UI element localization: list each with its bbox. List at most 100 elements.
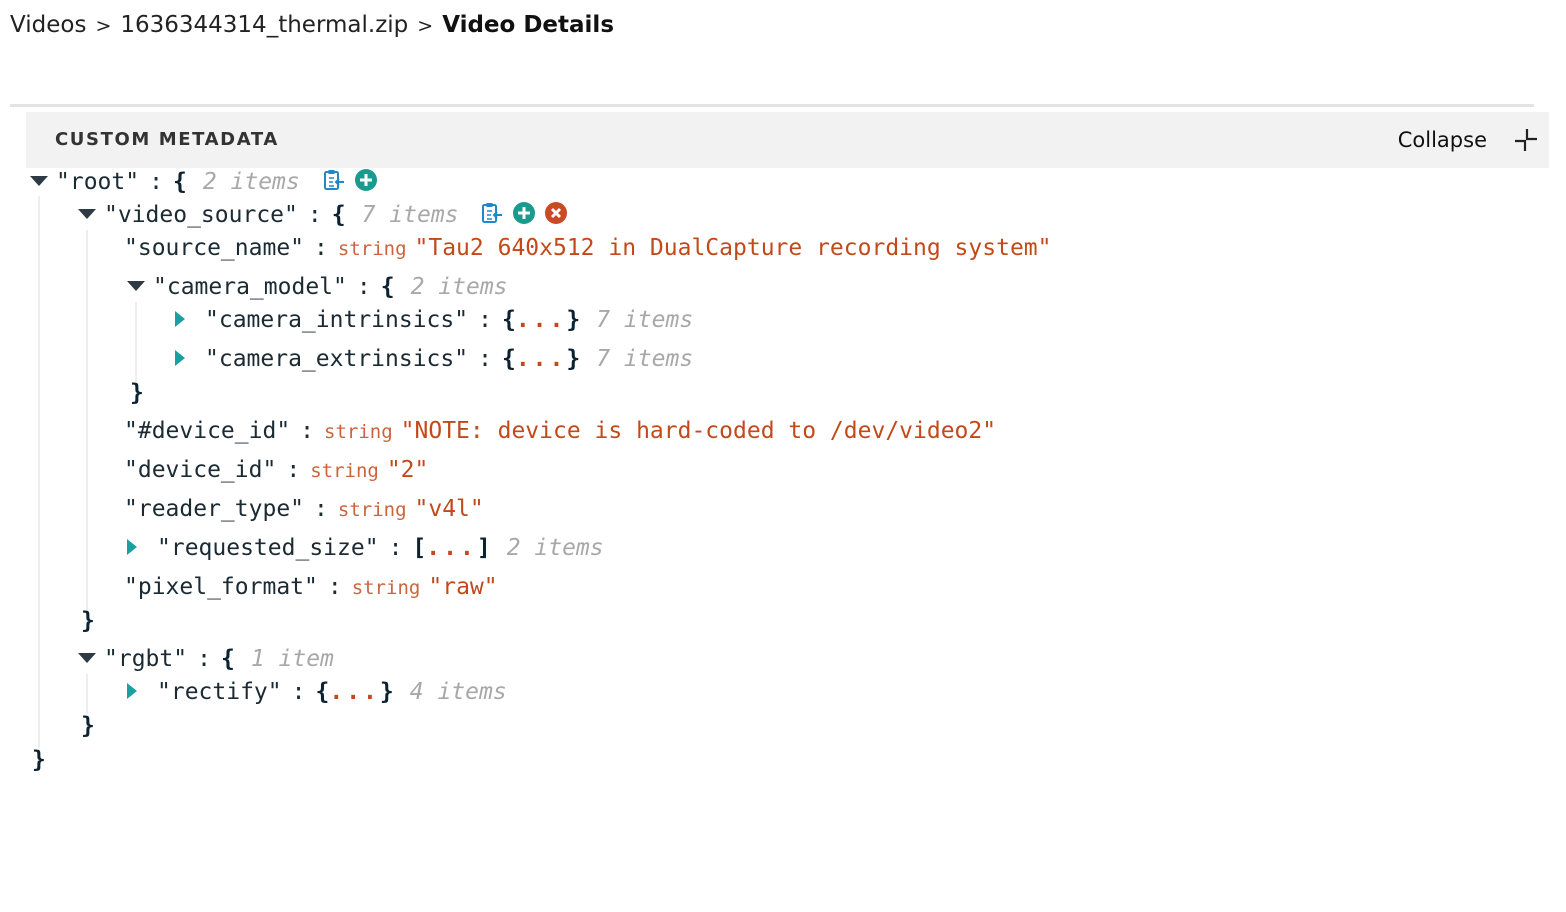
indent-guide [86,674,88,714]
json-close-brace: } [81,608,95,634]
json-field-note-device-id: "#device_id": string "NOTE: device is hard… [124,416,996,447]
collapse-button[interactable]: Collapse [1398,124,1539,156]
json-close-brace: } [81,713,95,739]
indent-guide [38,196,40,748]
copy-icon[interactable] [322,168,346,192]
add-icon[interactable] [512,201,536,225]
json-node-rgbt: "rgbt": {1 item [78,644,334,674]
expand-toggle[interactable] [127,538,137,555]
expand-toggle[interactable] [78,652,96,663]
json-field-source-name: "source_name": string "Tau2 640x512 in Dua… [124,233,1052,264]
add-icon[interactable] [354,168,378,192]
json-colon: : [314,496,328,522]
panel-title: CUSTOM METADATA [55,129,279,150]
json-colon: : [307,202,322,228]
copy-icon[interactable] [480,201,504,225]
json-colon: : [197,646,211,672]
breadcrumb-separator: > [417,15,434,37]
json-colon: : [286,457,301,483]
json-key: "requested_size" [157,535,379,561]
breadcrumb-current: Video Details [442,12,615,38]
json-key: "source_name" [124,235,305,261]
string-value[interactable]: "NOTE: device is hard-coded to /dev/vide… [401,418,996,444]
json-node-video-source: "video_source": {7 items [78,200,568,230]
json-field-reader-type: "reader_type": string "v4l" [124,494,484,525]
json-close-brace: } [379,679,394,705]
item-count: 2 items [410,274,508,300]
divider [10,104,1534,107]
breadcrumb-link-zip[interactable]: 1636344314_thermal.zip [120,12,408,38]
breadcrumb-separator: > [95,15,112,37]
json-close-camera-model: } [130,378,144,408]
json-key: "camera_intrinsics" [205,307,469,333]
remove-icon[interactable] [544,201,568,225]
collapsed-ellipsis[interactable]: ... [426,535,477,561]
json-node-camera-extrinsics: "camera_extrinsics": {...} 7 items [175,344,693,374]
json-colon: : [478,346,492,372]
string-value[interactable]: "raw" [428,574,497,600]
type-label: string [337,499,407,521]
custom-metadata-header: CUSTOM METADATA Collapse [26,112,1549,168]
type-label: string [310,460,379,482]
string-value[interactable]: "2" [387,457,429,483]
collapse-label: Collapse [1397,128,1487,152]
item-count: 7 items [596,346,694,372]
item-count: 1 item [250,646,334,672]
json-close-root: } [32,745,46,775]
breadcrumb-link-videos[interactable]: Videos [10,12,86,38]
json-node-camera-model: "camera_model": {2 items [127,272,508,302]
expand-toggle[interactable] [30,175,48,186]
expand-toggle[interactable] [127,682,137,699]
json-close-brace: } [130,380,144,406]
json-close-brace: } [566,307,581,333]
json-key: "#device_id" [124,418,291,444]
json-key: "rectify" [157,679,282,705]
json-close-rgbt: } [81,711,95,741]
type-label: string [337,238,407,260]
collapsed-ellipsis[interactable]: ... [516,307,567,333]
json-node-root: "root": {2 items [30,167,378,197]
type-label: string [324,421,393,443]
string-value[interactable]: "v4l" [415,496,484,522]
type-label: string [351,577,421,599]
expand-toggle[interactable] [78,208,96,219]
json-key: "rgbt" [104,646,188,672]
item-count: 2 items [202,169,300,195]
json-close-bracket: ] [476,535,491,561]
json-open-brace: { [501,307,516,333]
expand-toggle[interactable] [127,280,145,291]
expand-toggle[interactable] [175,349,185,366]
collapsed-ellipsis[interactable]: ... [516,346,567,372]
json-node-rectify: "rectify": {...} 4 items [127,677,507,707]
json-colon: : [314,235,328,261]
json-field-device-id: "device_id": string "2" [124,455,428,486]
json-key: "camera_extrinsics" [205,346,469,372]
json-close-video-source: } [81,606,95,636]
json-key: "video_source" [104,202,298,228]
json-colon: : [149,169,163,195]
json-open-brace: { [172,169,187,195]
json-close-brace: } [32,747,46,773]
json-colon: : [327,574,342,600]
json-key: "root" [56,169,140,195]
json-node-camera-intrinsics: "camera_intrinsics": {...} 7 items [175,305,693,335]
json-colon: : [291,679,306,705]
json-open-brace: { [380,274,395,300]
json-colon: : [388,535,403,561]
json-key: "reader_type" [124,496,305,522]
json-colon: : [300,418,315,444]
json-node-requested-size: "requested_size": [...] 2 items [127,533,604,563]
json-open-brace: { [501,346,516,372]
collapsed-ellipsis[interactable]: ... [329,679,380,705]
json-colon: : [478,307,492,333]
json-open-brace: { [220,646,235,672]
item-count: 2 items [506,535,604,561]
json-close-brace: } [566,346,581,372]
json-open-bracket: [ [412,535,427,561]
json-key: "device_id" [124,457,277,483]
expand-toggle[interactable] [175,310,185,327]
collapse-icon [1515,129,1537,151]
item-count: 4 items [409,679,507,705]
string-value[interactable]: "Tau2 640x512 in DualCapture recording s… [415,235,1052,261]
json-open-brace: { [315,679,330,705]
